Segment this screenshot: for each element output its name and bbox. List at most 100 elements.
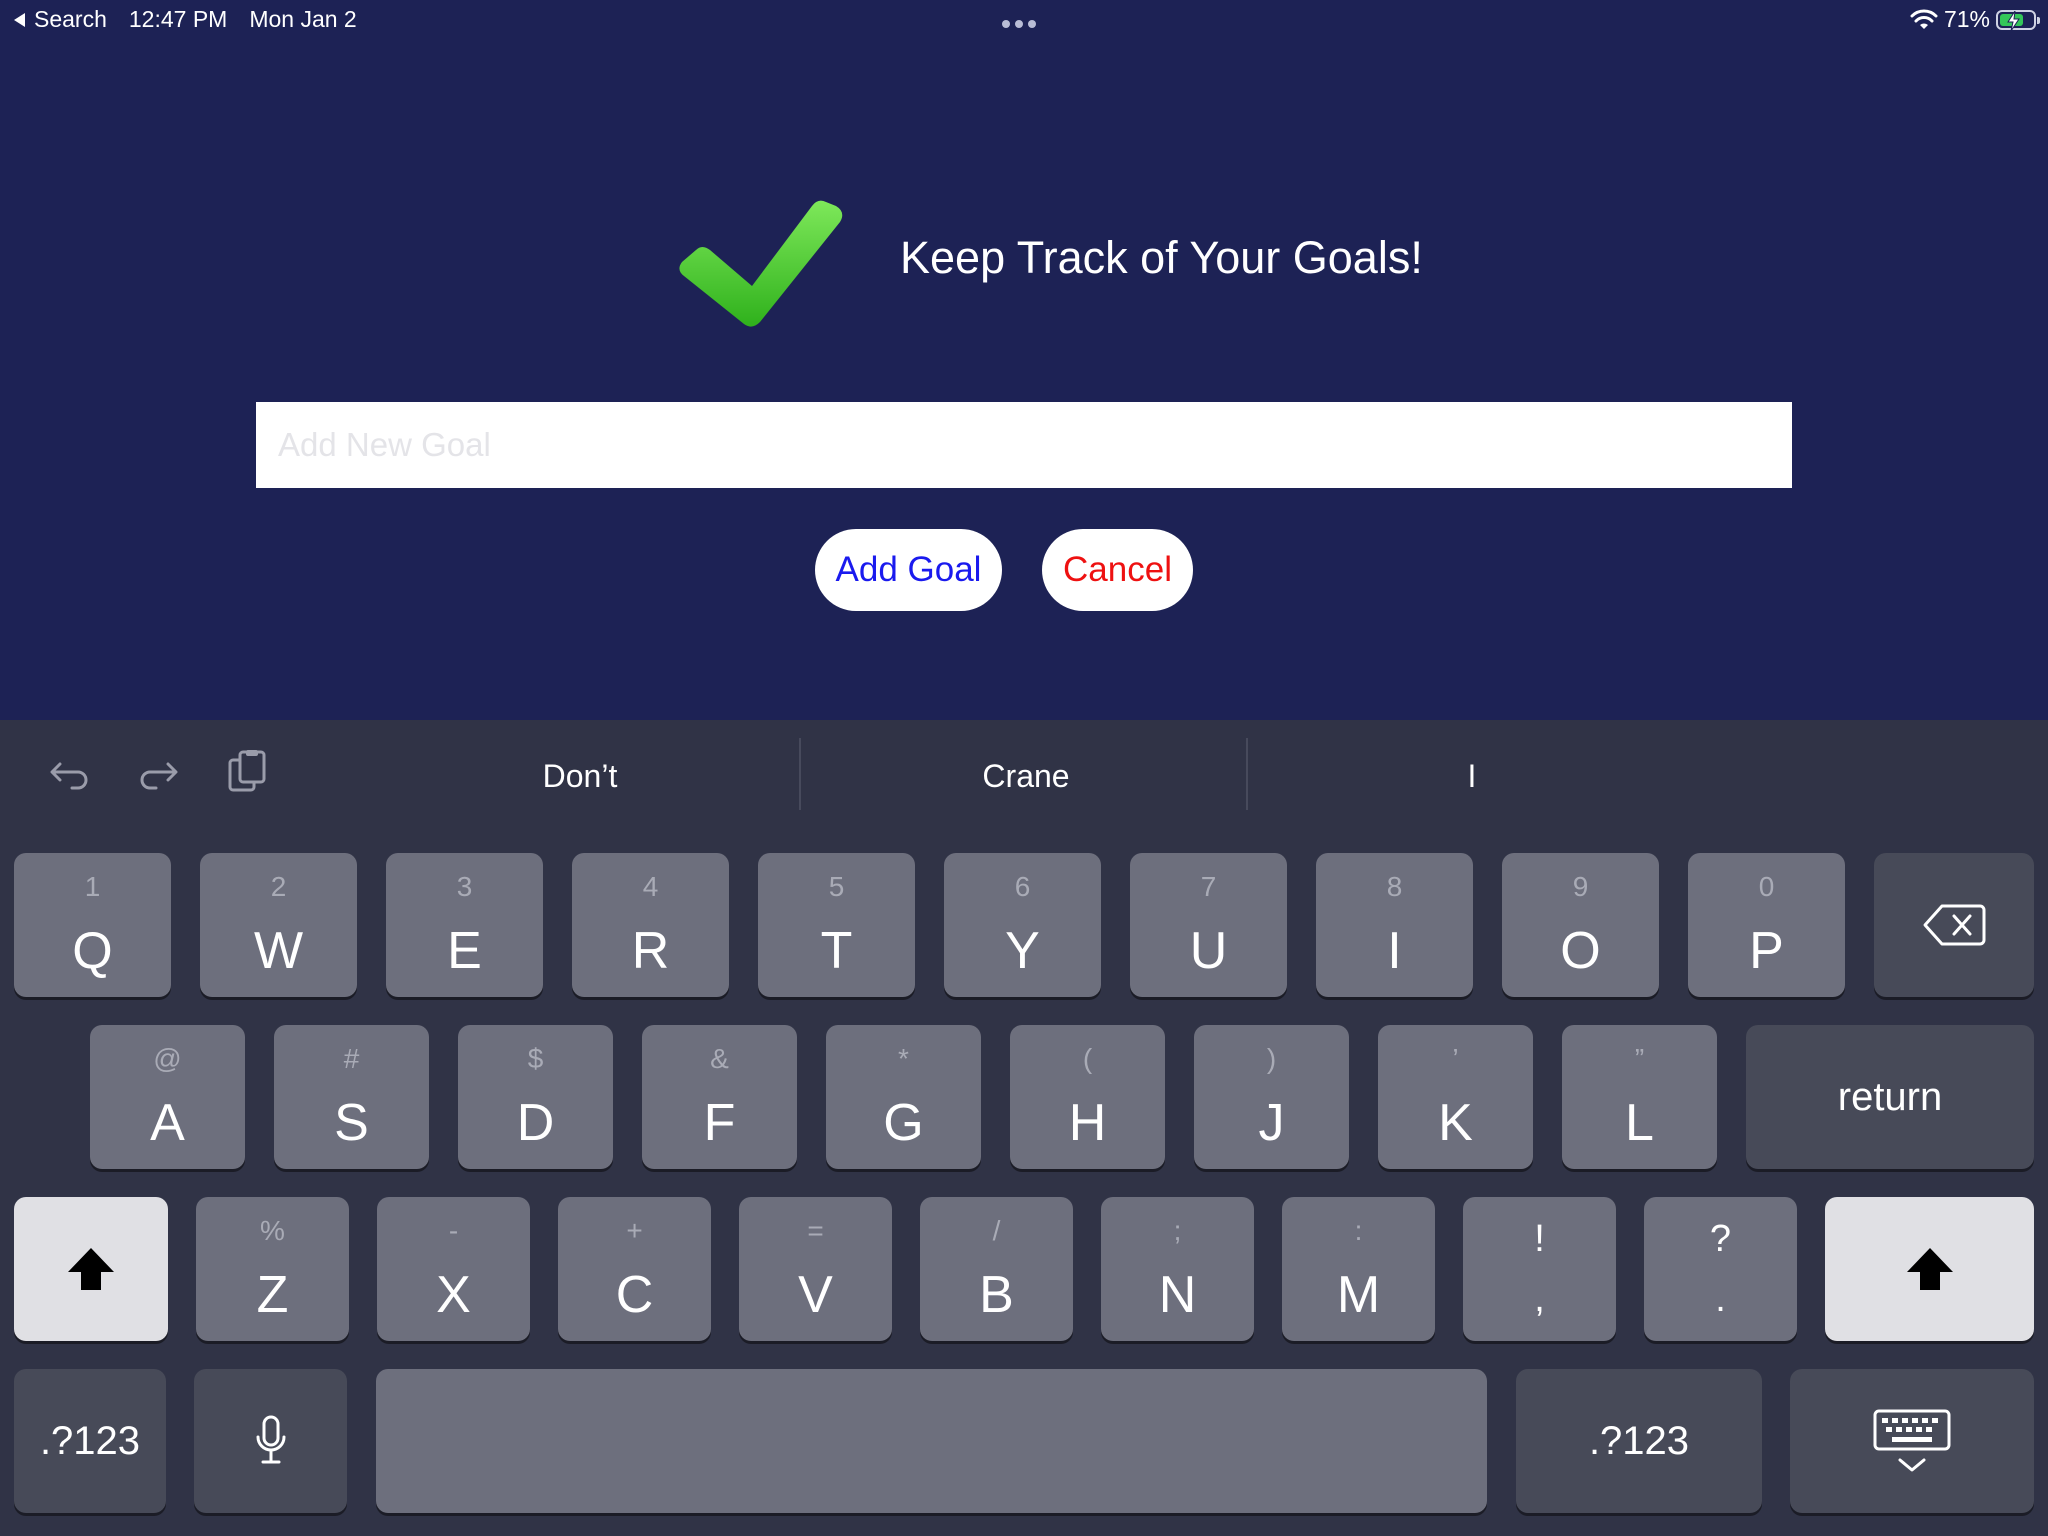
- key-x[interactable]: -X: [377, 1197, 530, 1341]
- key-l[interactable]: ” L: [1562, 1025, 1717, 1169]
- key-z[interactable]: % Z: [196, 1197, 349, 1341]
- key-label: J: [1258, 1094, 1285, 1152]
- key-label: M: [1336, 1266, 1381, 1324]
- undo-icon[interactable]: [46, 748, 94, 796]
- suggestion-divider: [799, 738, 801, 810]
- key-i[interactable]: 8I: [1316, 853, 1473, 997]
- key-b[interactable]: / B: [920, 1197, 1073, 1341]
- shift-left-key[interactable]: [14, 1197, 168, 1341]
- key-label: E: [447, 922, 482, 980]
- key-v[interactable]: = V: [739, 1197, 892, 1341]
- key-alt-label: $: [527, 1043, 544, 1074]
- key-label: W: [253, 922, 304, 980]
- suggestion-item[interactable]: Don’t: [360, 752, 800, 800]
- key-label: Y: [1005, 922, 1040, 980]
- key-label: I: [1387, 922, 1402, 980]
- key-alt-label: 7: [1200, 871, 1217, 902]
- key-label: R: [631, 922, 670, 980]
- key-u[interactable]: 7U: [1130, 853, 1287, 997]
- key-alt-label: 9: [1572, 871, 1589, 902]
- key-f[interactable]: & F: [642, 1025, 797, 1169]
- dismiss-keyboard-key[interactable]: [1790, 1369, 2034, 1513]
- key-alt-label: %: [260, 1215, 285, 1246]
- key-alt-label: 1: [84, 871, 101, 902]
- key-s[interactable]: # S: [274, 1025, 429, 1169]
- key-alt-label: &: [710, 1043, 729, 1074]
- key-label: D: [516, 1094, 555, 1152]
- key-e[interactable]: 3E: [386, 853, 543, 997]
- key-question-period[interactable]: ?.: [1644, 1197, 1797, 1341]
- back-to-search-link[interactable]: Search: [34, 6, 107, 33]
- key-w[interactable]: 2W: [200, 853, 357, 997]
- key-label: L: [1625, 1094, 1654, 1152]
- key-alt-label: 8: [1386, 871, 1403, 902]
- suggestion-item[interactable]: I: [1252, 752, 1692, 800]
- key-j[interactable]: ) J: [1194, 1025, 1349, 1169]
- space-bar[interactable]: [376, 1369, 1487, 1513]
- key-c[interactable]: + C: [558, 1197, 711, 1341]
- key-alt-label: ”: [1634, 1043, 1645, 1074]
- status-date: Mon Jan 2: [249, 6, 357, 32]
- cancel-button[interactable]: Cancel: [1042, 529, 1193, 611]
- backspace-key[interactable]: [1874, 853, 2034, 997]
- backspace-icon: [1923, 904, 1986, 946]
- key-label: Q: [72, 922, 113, 980]
- key-label: F: [703, 1094, 736, 1152]
- redo-icon[interactable]: [134, 748, 182, 796]
- key-a[interactable]: @ A: [90, 1025, 245, 1169]
- multitasking-dots-icon[interactable]: [1002, 20, 1036, 28]
- key-alt-label: +: [626, 1215, 643, 1246]
- key-label: B: [979, 1266, 1014, 1324]
- key-m[interactable]: :M: [1282, 1197, 1435, 1341]
- key-alt-label: =: [807, 1215, 824, 1246]
- numbers-key-label: .?123: [39, 1419, 141, 1463]
- key-alt-label: 0: [1758, 871, 1775, 902]
- key-alt-label: @: [153, 1043, 182, 1074]
- key-alt-label: /: [992, 1215, 1001, 1246]
- key-r[interactable]: 4R: [572, 853, 729, 997]
- key-label: U: [1189, 922, 1228, 980]
- key-alt-label: -: [448, 1215, 459, 1246]
- key-bottom-label: .: [1715, 1278, 1726, 1320]
- key-alt-label: :: [1354, 1215, 1363, 1246]
- key-g[interactable]: * G: [826, 1025, 981, 1169]
- key-alt-label: 4: [642, 871, 659, 902]
- key-exclamation-comma[interactable]: !,: [1463, 1197, 1616, 1341]
- key-t[interactable]: 5T: [758, 853, 915, 997]
- key-k[interactable]: ’ K: [1378, 1025, 1533, 1169]
- key-alt-label: 5: [828, 871, 845, 902]
- shift-icon: [68, 1248, 114, 1290]
- new-goal-input[interactable]: [256, 402, 1792, 488]
- dictation-key[interactable]: [194, 1369, 347, 1513]
- return-key[interactable]: return: [1746, 1025, 2034, 1169]
- key-alt-label: 2: [270, 871, 287, 902]
- key-o[interactable]: 9O: [1502, 853, 1659, 997]
- key-label: G: [883, 1094, 924, 1152]
- key-label: N: [1158, 1266, 1197, 1324]
- numbers-key-right[interactable]: .?123: [1516, 1369, 1762, 1513]
- key-label: K: [1438, 1094, 1473, 1152]
- key-label: V: [798, 1266, 833, 1324]
- key-label: H: [1068, 1094, 1107, 1152]
- key-n[interactable]: ; N: [1101, 1197, 1254, 1341]
- shift-right-key[interactable]: [1825, 1197, 2034, 1341]
- numbers-key-left[interactable]: .?123: [14, 1369, 166, 1513]
- back-arrow-icon[interactable]: [14, 12, 25, 27]
- key-d[interactable]: $ D: [458, 1025, 613, 1169]
- key-alt-label: ): [1266, 1043, 1277, 1074]
- key-y[interactable]: 6Y: [944, 853, 1101, 997]
- key-label: P: [1749, 922, 1784, 980]
- paste-icon[interactable]: [224, 748, 272, 796]
- battery-percent: 71%: [1943, 6, 1990, 32]
- suggestion-divider: [1246, 738, 1248, 810]
- add-goal-button[interactable]: Add Goal: [815, 529, 1002, 611]
- key-q[interactable]: 1Q: [14, 853, 171, 997]
- key-p[interactable]: 0P: [1688, 853, 1845, 997]
- key-label: S: [334, 1094, 369, 1152]
- status-bar: Search 12:47 PM Mon Jan 2 71%: [0, 0, 2048, 40]
- status-right: 71%: [1910, 6, 2040, 33]
- suggestion-item[interactable]: Crane: [806, 752, 1246, 800]
- key-h[interactable]: (H: [1010, 1025, 1165, 1169]
- page-title: Keep Track of Your Goals!: [900, 232, 1423, 283]
- key-label: A: [150, 1094, 185, 1152]
